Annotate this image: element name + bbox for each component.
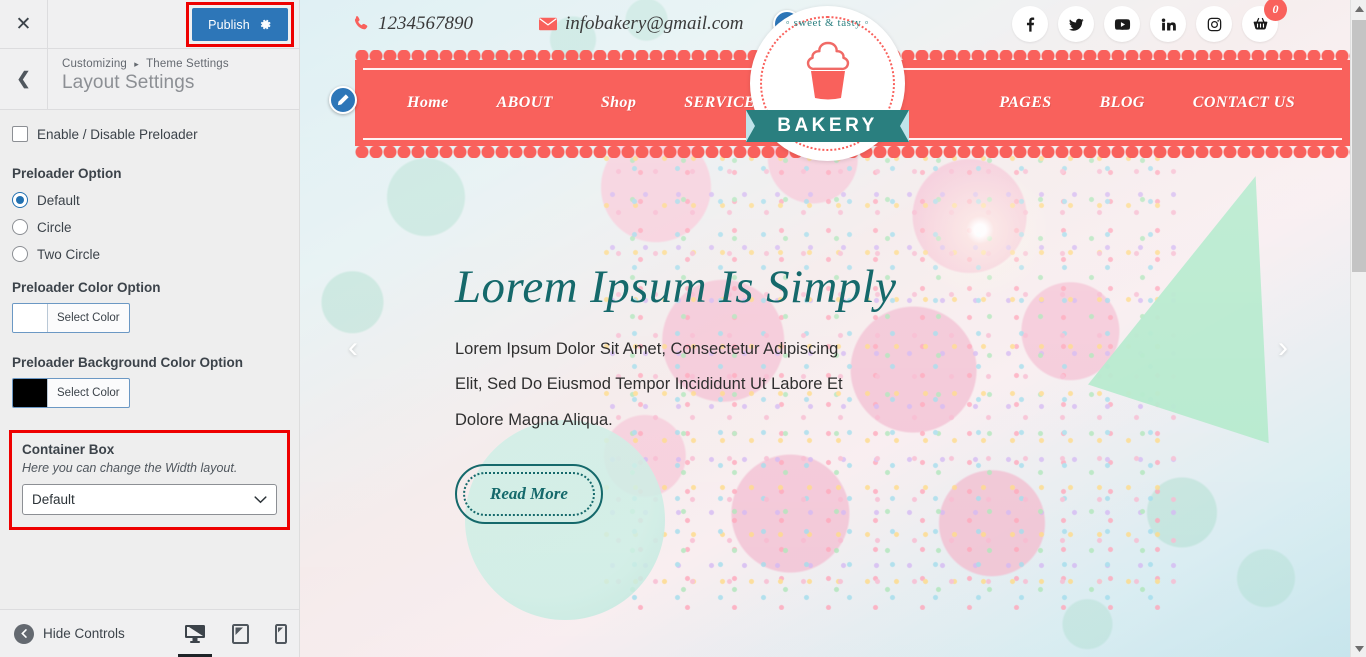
shopping-basket-icon[interactable]: 0 (1242, 0, 1287, 42)
email-contact[interactable]: infobakery@gmail.com (539, 13, 743, 35)
breadcrumb: Customizing ▸ Theme Settings (62, 58, 229, 70)
nav-menu-left: Home ABOUT Shop SERVICES (407, 94, 765, 112)
preloader-bg-color-swatch[interactable] (13, 379, 48, 407)
twitter-icon[interactable] (1058, 6, 1094, 42)
phone-contact[interactable]: 1234567890 (352, 13, 473, 35)
cupcake-icon (806, 41, 850, 100)
site-preview-frame: 1234567890 infobakery@gmail.com 0 Home A… (300, 0, 1366, 657)
preloader-option-group: Preloader Option Default Circle Two Circ… (12, 166, 287, 262)
nav-item-about[interactable]: ABOUT (497, 94, 553, 112)
desktop-icon[interactable] (184, 624, 206, 643)
preloader-color-button-label[interactable]: Select Color (48, 304, 129, 332)
collapse-left-icon (14, 623, 34, 644)
page-title: Layout Settings (62, 72, 195, 93)
radio-circle-label[interactable]: Circle (37, 220, 72, 235)
breadcrumb-root[interactable]: Customizing (62, 58, 127, 70)
preloader-bg-title: Preloader Background Color Option (12, 355, 244, 370)
preloader-bg-color-button-label[interactable]: Select Color (48, 379, 129, 407)
read-more-button[interactable]: Read More (455, 464, 603, 525)
chevron-left-icon[interactable]: ❮ (0, 49, 48, 109)
logo-tagline: ◦ sweet & tasty ◦ (785, 17, 870, 29)
nav-item-shop[interactable]: Shop (601, 94, 636, 112)
logo-ribbon: BAKERY (746, 110, 909, 142)
hide-controls-label: Hide Controls (43, 626, 125, 641)
breadcrumb-separator-icon: ▸ (134, 59, 139, 69)
nav-pencil-edit-icon[interactable] (329, 86, 357, 114)
social-links: 0 (1012, 0, 1287, 42)
publish-button[interactable]: Publish (192, 8, 288, 41)
container-box-highlight-annotation: Container Box Here you can change the Wi… (9, 430, 290, 530)
preview-scrollbar[interactable] (1350, 0, 1366, 657)
customizer-panel-header: ❮ Customizing ▸ Theme Settings Layout Se… (0, 49, 299, 110)
preloader-toggle-label[interactable]: Enable / Disable Preloader (37, 127, 198, 142)
customizer-footer: Hide Controls (0, 609, 299, 657)
gear-icon (260, 19, 271, 30)
nav-item-contact-us[interactable]: CONTACT US (1193, 94, 1295, 112)
chevron-down-icon (254, 495, 267, 503)
slider-prev-arrow-icon[interactable]: ‹ (348, 333, 358, 363)
mobile-icon[interactable] (275, 623, 287, 644)
preloader-background-color-group: Preloader Background Color Option Select… (12, 355, 287, 412)
nav-item-pages[interactable]: PAGES (999, 94, 1051, 112)
radio-two-circle[interactable] (12, 246, 28, 262)
preloader-toggle-row[interactable]: Enable / Disable Preloader (12, 126, 287, 142)
breadcrumb-section[interactable]: Theme Settings (146, 58, 229, 70)
publish-highlight-annotation: Publish (186, 2, 294, 47)
radio-default[interactable] (12, 192, 28, 208)
customizer-sidebar: ✕ Publish ❮ Customizing ▸ Theme Settings (0, 0, 300, 657)
youtube-icon[interactable] (1104, 6, 1140, 42)
bakery-site: 1234567890 infobakery@gmail.com 0 Home A… (300, 0, 1350, 657)
radio-option-circle[interactable]: Circle (12, 219, 287, 235)
radio-two-circle-label[interactable]: Two Circle (37, 247, 100, 262)
preloader-bg-color-picker[interactable]: Select Color (12, 378, 130, 408)
phone-icon (354, 16, 368, 30)
read-more-label: Read More (490, 484, 568, 504)
container-box-selected-value: Default (32, 492, 75, 507)
nav-item-home[interactable]: Home (407, 94, 449, 112)
site-logo[interactable]: ◦ sweet & tasty ◦ BAKERY (746, 6, 909, 161)
hide-controls-button[interactable]: Hide Controls (0, 623, 125, 644)
preloader-color-picker[interactable]: Select Color (12, 303, 130, 333)
envelope-icon (539, 17, 557, 31)
nav-item-blog[interactable]: BLOG (1100, 94, 1145, 112)
preloader-checkbox[interactable] (12, 126, 28, 142)
hero-body-text: Lorem Ipsum Dolor Sit Amet, Consectetur … (455, 340, 843, 429)
radio-option-two-circle[interactable]: Two Circle (12, 246, 287, 262)
radio-default-label[interactable]: Default (37, 193, 80, 208)
container-box-title: Container Box (22, 442, 115, 457)
phone-number: 1234567890 (378, 13, 473, 34)
preloader-option-title: Preloader Option (12, 166, 122, 181)
device-preview-switcher (184, 623, 287, 644)
panel-titles: Customizing ▸ Theme Settings Layout Sett… (48, 49, 229, 109)
preloader-color-group: Preloader Color Option Select Color (12, 280, 287, 337)
nav-menu-right: PAGES BLOG CONTACT US (999, 94, 1295, 112)
preloader-color-swatch[interactable] (13, 304, 48, 332)
container-box-select[interactable]: Default (22, 484, 277, 515)
slider-next-arrow-icon[interactable]: › (1278, 333, 1288, 363)
customizer-topbar: ✕ Publish (0, 0, 299, 49)
tablet-icon[interactable] (232, 623, 249, 644)
facebook-icon[interactable] (1012, 6, 1048, 42)
linkedin-icon[interactable] (1150, 6, 1186, 42)
customizer-controls: Enable / Disable Preloader Preloader Opt… (0, 110, 299, 609)
hero-heading: Lorem Ipsum Is Simply (455, 261, 897, 313)
radio-option-default[interactable]: Default (12, 192, 287, 208)
scroll-down-icon[interactable] (1351, 640, 1366, 657)
email-address: infobakery@gmail.com (565, 13, 744, 34)
preloader-color-title: Preloader Color Option (12, 280, 161, 295)
radio-circle[interactable] (12, 219, 28, 235)
logo-name: BAKERY (777, 115, 878, 136)
publish-button-label: Publish (208, 17, 250, 32)
hero-slide-content: Lorem Ipsum Is Simply Lorem Ipsum Dolor … (455, 260, 1075, 525)
customizer-screen: ✕ Publish ❮ Customizing ▸ Theme Settings (0, 0, 1366, 657)
scrollbar-thumb[interactable] (1352, 20, 1366, 272)
close-icon[interactable]: ✕ (0, 0, 48, 48)
cart-count-badge: 0 (1264, 0, 1287, 21)
scroll-up-icon[interactable] (1351, 0, 1366, 17)
instagram-icon[interactable] (1196, 6, 1232, 42)
container-box-description: Here you can change the Width layout. (22, 461, 238, 475)
